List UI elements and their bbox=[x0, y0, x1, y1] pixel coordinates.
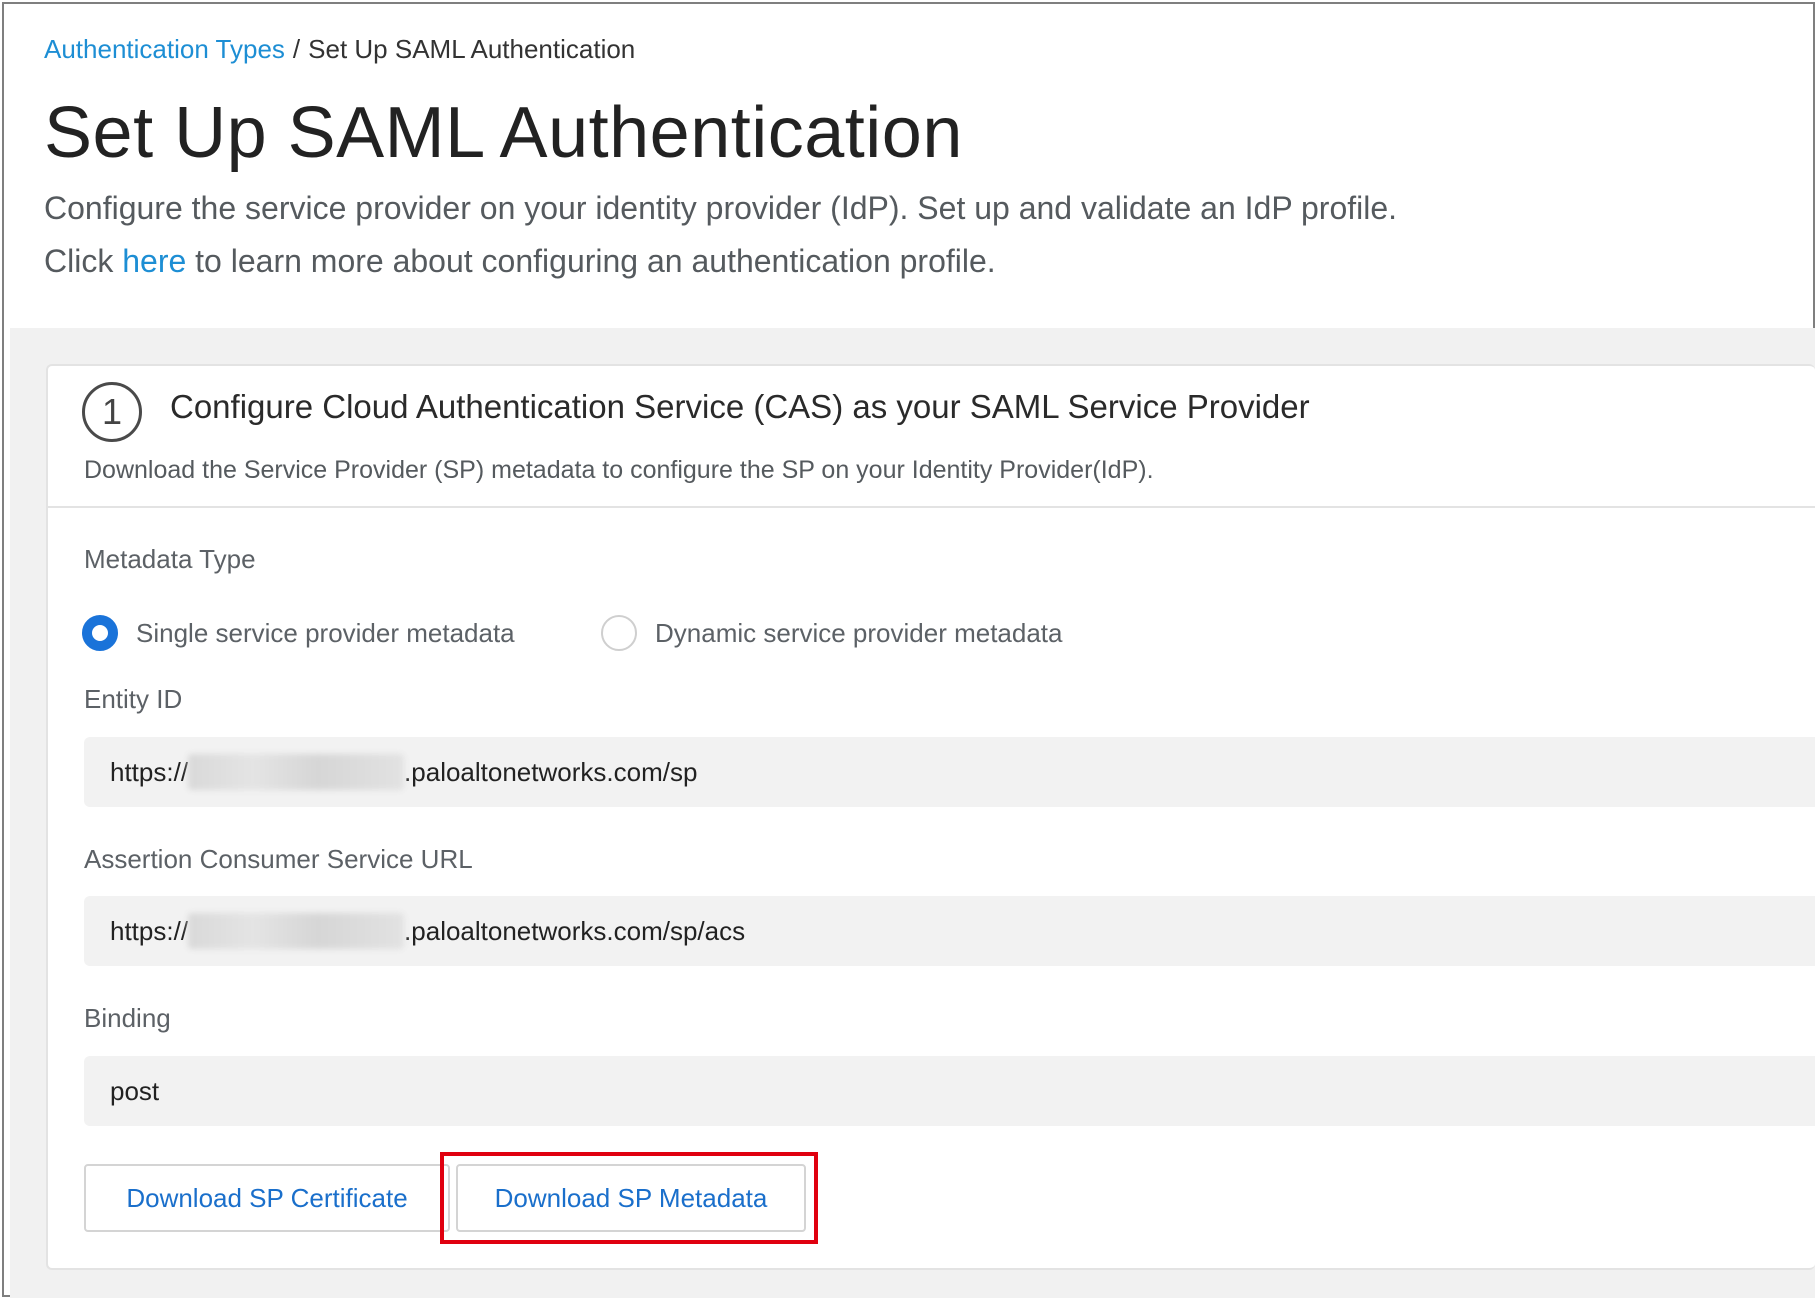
breadcrumb-separator: / bbox=[292, 34, 301, 64]
redacted-hostname bbox=[188, 754, 405, 790]
learn-more-link[interactable]: here bbox=[122, 243, 186, 279]
entity-id-prefix: https:// bbox=[110, 756, 189, 787]
binding-label: Binding bbox=[84, 1003, 171, 1033]
breadcrumb: Authentication Types / Set Up SAML Authent… bbox=[44, 34, 635, 65]
help-text-suffix: to learn more about configuring an authe… bbox=[186, 243, 996, 279]
metadata-type-label: Metadata Type bbox=[84, 544, 256, 574]
entity-id-field[interactable]: https:// .paloaltonetworks.com/sp bbox=[84, 737, 1815, 807]
download-sp-metadata-button[interactable]: Download SP Metadata bbox=[456, 1164, 806, 1232]
acs-url-suffix: .paloaltonetworks.com/sp/acs bbox=[404, 915, 746, 946]
help-text-prefix: Click bbox=[44, 243, 123, 279]
acs-url-label: Assertion Consumer Service URL bbox=[84, 844, 473, 874]
entity-id-label: Entity ID bbox=[84, 684, 183, 714]
step-card bbox=[46, 364, 1815, 1270]
page-help-text: Click here to learn more about configuri… bbox=[44, 243, 996, 280]
radio-label-dynamic-sp-metadata[interactable]: Dynamic service provider metadata bbox=[655, 618, 1063, 649]
card-divider bbox=[48, 506, 1815, 508]
download-sp-certificate-button[interactable]: Download SP Certificate bbox=[84, 1164, 450, 1232]
redacted-hostname bbox=[188, 913, 405, 949]
binding-field[interactable]: post bbox=[84, 1056, 1815, 1126]
step-subtitle: Download the Service Provider (SP) metad… bbox=[84, 456, 1154, 484]
radio-dynamic-sp-metadata[interactable] bbox=[601, 615, 637, 651]
breadcrumb-link-authentication-types[interactable]: Authentication Types bbox=[44, 34, 285, 64]
step-number-badge: 1 bbox=[82, 382, 142, 442]
radio-label-single-sp-metadata[interactable]: Single service provider metadata bbox=[136, 618, 515, 649]
page-description: Configure the service provider on your i… bbox=[44, 190, 1398, 226]
breadcrumb-current: Set Up SAML Authentication bbox=[308, 34, 636, 64]
page-title: Set Up SAML Authentication bbox=[44, 93, 963, 173]
radio-single-sp-metadata[interactable] bbox=[82, 615, 118, 651]
entity-id-suffix: .paloaltonetworks.com/sp bbox=[404, 756, 698, 787]
acs-url-field[interactable]: https:// .paloaltonetworks.com/sp/acs bbox=[84, 896, 1815, 966]
acs-url-prefix: https:// bbox=[110, 915, 189, 946]
step-title: Configure Cloud Authentication Service (… bbox=[170, 388, 1310, 425]
